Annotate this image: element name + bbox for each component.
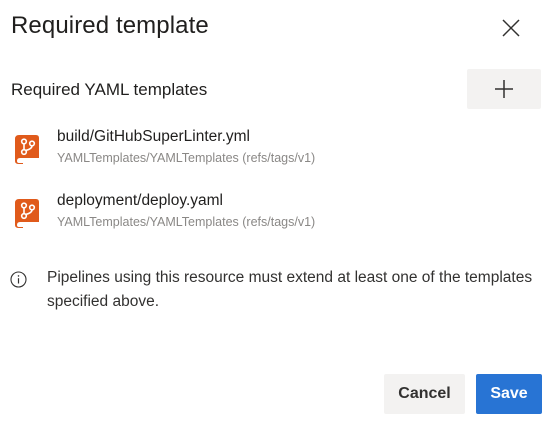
template-name: deployment/deploy.yaml (57, 192, 223, 209)
template-list: build/GitHubSuperLinter.yml YAMLTemplate… (0, 120, 555, 248)
required-template-dialog: Required template Required YAML template… (0, 0, 555, 422)
template-ref: YAMLTemplates/YAMLTemplates (refs/tags/v… (57, 215, 316, 229)
git-repo-icon (15, 199, 39, 228)
close-button[interactable] (496, 13, 526, 43)
info-text: Pipelines using this resource must exten… (47, 269, 533, 310)
cancel-button[interactable]: Cancel (384, 374, 465, 414)
dialog-title: Required template (11, 12, 209, 39)
close-icon (502, 19, 520, 37)
git-repo-icon (15, 135, 39, 164)
info-icon (10, 271, 27, 288)
template-ref: YAMLTemplates/YAMLTemplates (refs/tags/v… (57, 151, 316, 165)
plus-icon (495, 80, 513, 98)
save-button[interactable]: Save (476, 374, 542, 414)
template-item[interactable]: build/GitHubSuperLinter.yml YAMLTemplate… (0, 120, 555, 184)
section-title: Required YAML templates (11, 80, 208, 99)
add-template-button[interactable] (467, 69, 541, 109)
template-item[interactable]: deployment/deploy.yaml YAMLTemplates/YAM… (0, 184, 555, 248)
template-name: build/GitHubSuperLinter.yml (57, 128, 250, 145)
